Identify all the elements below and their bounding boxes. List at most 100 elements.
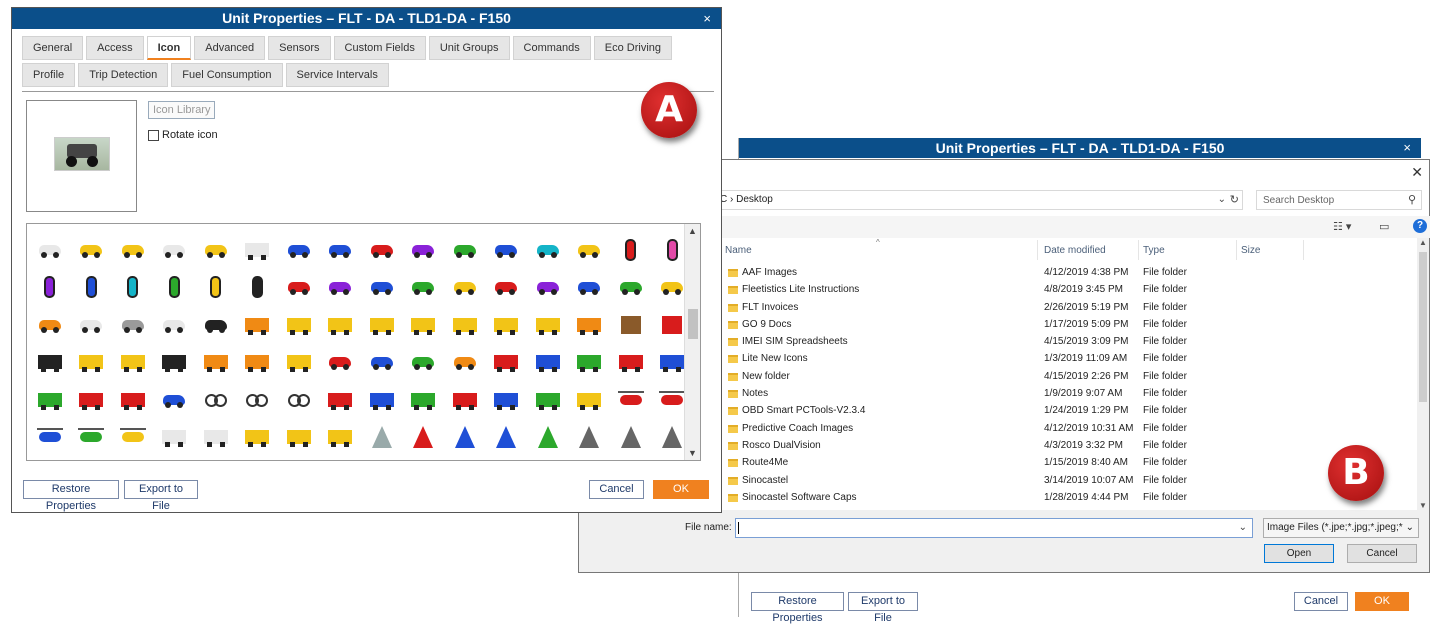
library-icon-cell[interactable] bbox=[361, 231, 403, 269]
library-icon-cell[interactable] bbox=[237, 269, 279, 307]
library-icon-cell[interactable] bbox=[444, 344, 486, 382]
library-icon-cell[interactable] bbox=[278, 306, 320, 344]
library-icon-cell[interactable] bbox=[320, 419, 362, 457]
library-icon-cell[interactable] bbox=[320, 344, 362, 382]
library-icon-cell[interactable] bbox=[112, 419, 154, 457]
library-icon-cell[interactable] bbox=[278, 344, 320, 382]
library-icon-cell[interactable] bbox=[71, 269, 113, 307]
file-list-row[interactable]: GO 9 Docs 1/17/2019 5:09 PM File folder bbox=[719, 317, 1419, 334]
column-name[interactable]: Name bbox=[725, 245, 752, 256]
breadcrumb[interactable]: C › Desktop bbox=[720, 194, 773, 205]
file-list-row[interactable]: Notes 1/9/2019 9:07 AM File folder bbox=[719, 386, 1419, 403]
address-bar[interactable]: C › Desktop ⌄ ↻ bbox=[719, 190, 1243, 210]
scroll-down-icon[interactable]: ▼ bbox=[1419, 501, 1427, 510]
library-icon-cell[interactable] bbox=[237, 231, 279, 269]
library-icon-cell[interactable] bbox=[154, 269, 196, 307]
ok-button[interactable]: OK bbox=[1355, 592, 1409, 611]
file-list-row[interactable]: New folder 4/15/2019 2:26 PM File folder bbox=[719, 369, 1419, 386]
library-icon-cell[interactable] bbox=[71, 306, 113, 344]
help-icon[interactable]: ? bbox=[1413, 219, 1427, 233]
close-icon[interactable]: × bbox=[703, 8, 711, 29]
library-icon-cell[interactable] bbox=[403, 231, 445, 269]
library-icon-cell[interactable] bbox=[278, 419, 320, 457]
cancel-button[interactable]: Cancel bbox=[1294, 592, 1348, 611]
library-icon-cell[interactable] bbox=[112, 381, 154, 419]
file-list-row[interactable]: Rosco DualVision 4/3/2019 3:32 PM File fol… bbox=[719, 438, 1419, 455]
library-icon-cell[interactable] bbox=[112, 269, 154, 307]
tab-service-intervals[interactable]: Service Intervals bbox=[285, 63, 389, 87]
library-icon-cell[interactable] bbox=[569, 269, 611, 307]
file-list-row[interactable]: Predictive Coach Images 4/12/2019 10:31 A… bbox=[719, 421, 1419, 438]
scroll-up-icon[interactable]: ▲ bbox=[1419, 238, 1427, 247]
library-icon-cell[interactable] bbox=[278, 381, 320, 419]
tab-access[interactable]: Access bbox=[86, 36, 144, 60]
tab-icon[interactable]: Icon bbox=[146, 36, 192, 60]
scroll-down-icon[interactable]: ▼ bbox=[688, 448, 697, 458]
library-icon-cell[interactable] bbox=[610, 231, 652, 269]
library-icon-cell[interactable] bbox=[444, 306, 486, 344]
tab-fuel-consumption[interactable]: Fuel Consumption bbox=[171, 63, 283, 87]
tab-sensors[interactable]: Sensors bbox=[268, 36, 331, 60]
file-list-row[interactable]: OBD Smart PCTools-V2.3.4 1/24/2019 1:29 P… bbox=[719, 403, 1419, 420]
library-icon-cell[interactable] bbox=[320, 231, 362, 269]
library-icon-cell[interactable] bbox=[237, 344, 279, 382]
library-icon-cell[interactable] bbox=[154, 419, 196, 457]
library-icon-cell[interactable] bbox=[444, 381, 486, 419]
file-list-row[interactable]: Sinocastel Software Caps 1/28/2019 4:44 P… bbox=[719, 490, 1419, 507]
close-icon[interactable]: ✕ bbox=[1411, 164, 1423, 181]
library-icon-cell[interactable] bbox=[527, 306, 569, 344]
library-icon-cell[interactable] bbox=[237, 419, 279, 457]
library-icon-cell[interactable] bbox=[71, 344, 113, 382]
library-icon-cell[interactable] bbox=[569, 306, 611, 344]
library-icon-cell[interactable] bbox=[29, 269, 71, 307]
library-icon-cell[interactable] bbox=[154, 231, 196, 269]
library-icon-cell[interactable] bbox=[569, 344, 611, 382]
library-icon-cell[interactable] bbox=[569, 231, 611, 269]
library-icon-cell[interactable] bbox=[237, 381, 279, 419]
export-to-file-button[interactable]: Export to File bbox=[848, 592, 918, 624]
library-icon-cell[interactable] bbox=[71, 419, 113, 457]
library-icon-cell[interactable] bbox=[403, 381, 445, 419]
library-icon-cell[interactable] bbox=[444, 269, 486, 307]
icon-grid-scrollbar[interactable]: ▲ ▼ bbox=[684, 224, 700, 460]
library-icon-cell[interactable] bbox=[527, 381, 569, 419]
view-options-icon[interactable]: ☷ ▾ bbox=[1333, 220, 1351, 233]
cancel-button[interactable]: Cancel bbox=[1347, 544, 1417, 563]
file-list-row[interactable]: Route4Me 1/15/2019 8:40 AM File folder bbox=[719, 455, 1419, 472]
library-icon-cell[interactable] bbox=[610, 419, 652, 457]
column-date-modified[interactable]: Date modified bbox=[1044, 245, 1106, 256]
restore-properties-button[interactable]: Restore Properties bbox=[751, 592, 844, 624]
library-icon-cell[interactable] bbox=[112, 231, 154, 269]
restore-properties-button[interactable]: Restore Properties bbox=[23, 480, 119, 512]
file-list-row[interactable]: IMEI SIM Spreadsheets 4/15/2019 3:09 PM Fi… bbox=[719, 334, 1419, 351]
library-icon-cell[interactable] bbox=[486, 269, 528, 307]
library-icon-cell[interactable] bbox=[610, 344, 652, 382]
search-input[interactable]: Search Desktop ⚲ bbox=[1256, 190, 1422, 210]
library-icon-cell[interactable] bbox=[527, 344, 569, 382]
icon-library-button[interactable]: Icon Library bbox=[148, 101, 216, 119]
checkbox-icon[interactable] bbox=[148, 129, 159, 141]
library-icon-cell[interactable] bbox=[71, 231, 113, 269]
library-icon-cell[interactable] bbox=[444, 231, 486, 269]
library-icon-cell[interactable] bbox=[361, 269, 403, 307]
search-icon[interactable]: ⚲ bbox=[1408, 193, 1416, 206]
cancel-button[interactable]: Cancel bbox=[589, 480, 644, 499]
library-icon-cell[interactable] bbox=[486, 419, 528, 457]
library-icon-cell[interactable] bbox=[527, 419, 569, 457]
library-icon-cell[interactable] bbox=[361, 344, 403, 382]
library-icon-cell[interactable] bbox=[237, 306, 279, 344]
tab-custom-fields[interactable]: Custom Fields bbox=[333, 36, 426, 60]
library-icon-cell[interactable] bbox=[610, 269, 652, 307]
library-icon-cell[interactable] bbox=[610, 381, 652, 419]
chevron-down-icon[interactable]: ⌄ bbox=[1218, 194, 1226, 205]
file-list-row[interactable]: Lite New Icons 1/3/2019 11:09 AM File fold… bbox=[719, 351, 1419, 368]
tab-advanced[interactable]: Advanced bbox=[194, 36, 266, 60]
library-icon-cell[interactable] bbox=[610, 306, 652, 344]
scrollbar-thumb[interactable] bbox=[688, 309, 698, 339]
file-list-row[interactable]: AAF Images 4/12/2019 4:38 PM File folder bbox=[719, 265, 1419, 282]
library-icon-cell[interactable] bbox=[112, 306, 154, 344]
library-icon-cell[interactable] bbox=[403, 306, 445, 344]
library-icon-cell[interactable] bbox=[154, 306, 196, 344]
chevron-down-icon[interactable]: ⌄ bbox=[1406, 522, 1414, 533]
library-icon-cell[interactable] bbox=[195, 231, 237, 269]
